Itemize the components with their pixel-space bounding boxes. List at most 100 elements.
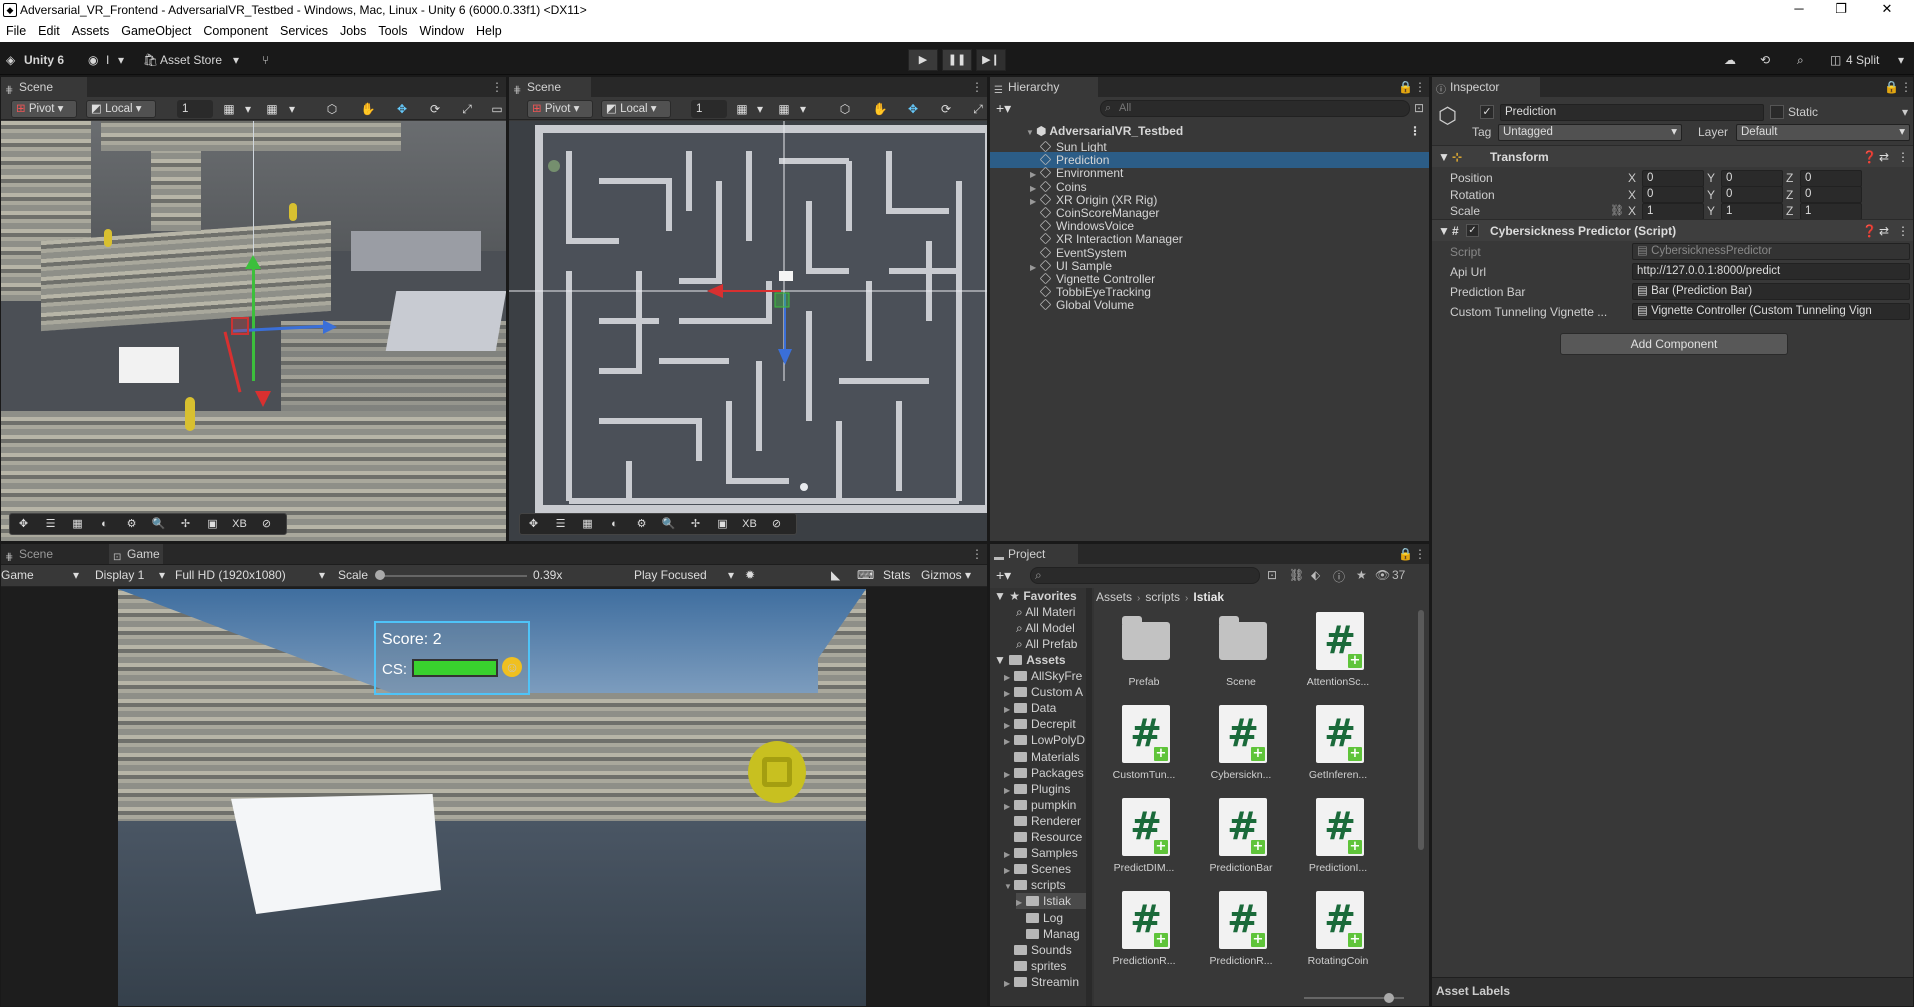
kebab-menu-icon[interactable]: ⋮ bbox=[1409, 123, 1421, 139]
asset-script[interactable]: # PredictionI... bbox=[1294, 794, 1382, 886]
breadcrumb-item[interactable]: scripts bbox=[1145, 590, 1180, 604]
asset-script[interactable]: # PredictionR... bbox=[1100, 887, 1188, 979]
static-checkbox[interactable] bbox=[1770, 105, 1784, 119]
chevron-down-icon[interactable]: ▾ bbox=[281, 100, 303, 118]
kebab-menu-icon[interactable]: ⋮ bbox=[491, 80, 503, 94]
unity-version-button[interactable]: Unity 6 bbox=[24, 50, 64, 70]
zoom-icon[interactable]: 🔍 bbox=[655, 514, 682, 534]
position-z-field[interactable]: 0 bbox=[1800, 169, 1862, 187]
tab-scene[interactable]: ⋕ Scene bbox=[1, 544, 81, 564]
kebab-menu-icon[interactable]: ⋮ bbox=[1414, 547, 1426, 561]
disabled-icon[interactable]: ⊘ bbox=[763, 514, 790, 534]
pivot-dropdown[interactable]: ⊞ Pivot ▾ bbox=[527, 100, 593, 118]
component-enabled-checkbox[interactable]: ✓ bbox=[1466, 224, 1479, 237]
asset-folder[interactable]: Scene bbox=[1197, 608, 1285, 700]
search-icon[interactable]: ⌕ bbox=[1797, 50, 1804, 70]
tab-inspector[interactable]: ⓘ Inspector bbox=[1432, 77, 1540, 97]
zoom-icon[interactable]: 🔍 bbox=[145, 514, 172, 534]
increment-snap-icon[interactable]: ▦ bbox=[261, 100, 283, 118]
close-button[interactable]: ✕ bbox=[1864, 0, 1910, 20]
folder-tree-item[interactable]: Sounds bbox=[1004, 942, 1072, 958]
local-dropdown[interactable]: ◩ Local ▾ bbox=[86, 100, 156, 118]
scale-x-field[interactable]: 1 bbox=[1642, 202, 1704, 220]
scale-slider[interactable] bbox=[379, 575, 527, 577]
shading-icon[interactable]: ◐ bbox=[91, 514, 118, 534]
menu-file[interactable]: File bbox=[0, 20, 32, 42]
tree-scrollbar[interactable] bbox=[1086, 588, 1092, 1006]
add-icon[interactable]: +▾ bbox=[996, 100, 1011, 117]
scene-viewport-perspective[interactable]: ✥ ☰ ▦ ◐ ⚙ 🔍 ✢ ▣ XB ⊘ bbox=[1, 121, 506, 541]
rotate-tool-icon[interactable]: ⟳ bbox=[424, 100, 446, 118]
folder-tree-item[interactable]: ▶ Plugins bbox=[1004, 781, 1070, 797]
asset-script[interactable]: # PredictionBar bbox=[1197, 794, 1285, 886]
asset-script[interactable]: # RotatingCoin bbox=[1294, 887, 1382, 979]
asset-script[interactable]: # CustomTun... bbox=[1100, 701, 1188, 793]
kebab-menu-icon[interactable]: ⋮ bbox=[1900, 80, 1912, 94]
rotation-z-field[interactable]: 0 bbox=[1800, 186, 1862, 203]
disabled-icon[interactable]: ⊘ bbox=[253, 514, 280, 534]
tab-game[interactable]: ⊡ Game bbox=[109, 544, 163, 564]
transform-overlay-icon[interactable]: ☰ bbox=[547, 514, 574, 534]
shading-icon[interactable]: ◐ bbox=[601, 514, 628, 534]
menu-services[interactable]: Services bbox=[274, 20, 334, 42]
folder-tree-item[interactable]: Materials bbox=[1004, 749, 1080, 765]
favorites-header[interactable]: ▼ ★ Favorites bbox=[994, 588, 1077, 604]
folder-tree-item[interactable]: Manag bbox=[1016, 926, 1080, 942]
rotation-x-field[interactable]: 0 bbox=[1642, 186, 1704, 203]
menu-jobs[interactable]: Jobs bbox=[334, 20, 372, 42]
history-icon[interactable]: ⟲ bbox=[1760, 50, 1770, 70]
add-icon[interactable]: +▾ bbox=[996, 567, 1011, 584]
play-button[interactable]: ▶ bbox=[908, 49, 938, 71]
kebab-menu-icon[interactable]: ⋮ bbox=[1897, 220, 1909, 242]
chevron-down-icon[interactable]: ▾ bbox=[1902, 105, 1908, 119]
hand-tool-icon[interactable]: ✋ bbox=[869, 100, 891, 118]
version-control-icon[interactable]: ⑂ bbox=[262, 50, 269, 70]
menu-tools[interactable]: Tools bbox=[372, 20, 413, 42]
tab-scene[interactable]: ⋕ Scene bbox=[509, 77, 591, 97]
asset-script[interactable]: # PredictDIM... bbox=[1100, 794, 1188, 886]
hierarchy-item[interactable]: Global Volume bbox=[990, 297, 1429, 313]
asset-script[interactable]: # PredictionR... bbox=[1197, 887, 1285, 979]
rotation-y-field[interactable]: 0 bbox=[1721, 186, 1783, 203]
menu-assets[interactable]: Assets bbox=[66, 20, 116, 42]
info-icon[interactable]: ⓘ bbox=[1333, 568, 1345, 585]
help-icon[interactable]: ❓ bbox=[1862, 146, 1877, 168]
move-tool-icon[interactable]: ✥ bbox=[391, 100, 413, 118]
minimize-button[interactable]: ─ bbox=[1776, 0, 1822, 20]
step-button[interactable]: ▶❙ bbox=[976, 49, 1006, 71]
icon-size-slider-handle[interactable] bbox=[1384, 993, 1394, 1003]
render-icon[interactable]: ▣ bbox=[199, 514, 226, 534]
chevron-down-icon[interactable]: ▾ bbox=[792, 100, 814, 118]
kebab-menu-icon[interactable]: ⋮ bbox=[1414, 80, 1426, 94]
hierarchy-search-input[interactable]: ⌕ All bbox=[1100, 100, 1410, 117]
chevron-icon[interactable]: ▼ bbox=[1004, 879, 1014, 895]
grid-size-input[interactable]: 1 bbox=[177, 100, 213, 118]
scene-viewport-topdown[interactable]: ✥ ☰ ▦ ◐ ⚙ 🔍 ✢ ▣ XB ⊘ bbox=[509, 121, 987, 541]
help-icon[interactable]: ❓ bbox=[1862, 220, 1877, 242]
grid-scrollbar[interactable] bbox=[1418, 610, 1424, 850]
display-dropdown[interactable]: Display 1 ▾ bbox=[95, 568, 169, 582]
folder-tree-item[interactable]: ▶ Custom A bbox=[1004, 684, 1083, 700]
chevron-down-icon[interactable]: ▾ bbox=[118, 50, 124, 70]
folder-tree-item[interactable]: ▶ Samples bbox=[1004, 845, 1078, 861]
scene-root-row[interactable]: ▼ ⬢ AdversarialVR_Testbed ⋮ bbox=[990, 123, 1429, 139]
folder-tree-item[interactable]: ▶ Data bbox=[1004, 700, 1056, 716]
grid-size-input[interactable]: 1 bbox=[691, 100, 727, 118]
layer-dropdown[interactable]: Default ▾ bbox=[1736, 124, 1910, 141]
favorite-item[interactable]: ⌕ All Prefab bbox=[1016, 636, 1077, 652]
object-name-field[interactable]: Prediction bbox=[1500, 104, 1764, 121]
grid-overlay-icon[interactable]: ▦ bbox=[64, 514, 91, 534]
folder-tree-item[interactable]: ▶ Scenes bbox=[1004, 861, 1071, 877]
star-icon[interactable]: ★ bbox=[1356, 568, 1367, 582]
folder-tree-item[interactable]: Log bbox=[1016, 910, 1063, 926]
script-component-header[interactable]: ▼ # ✓ Cybersickness Predictor (Script) ❓… bbox=[1432, 219, 1913, 241]
render-icon[interactable]: ▣ bbox=[709, 514, 736, 534]
folder-tree-item[interactable]: ▶ pumpkin bbox=[1004, 797, 1076, 813]
add-component-button[interactable]: Add Component bbox=[1560, 333, 1788, 355]
game-viewport[interactable]: Score: 2 CS: ☺ bbox=[118, 589, 866, 1006]
layout-dropdown[interactable]: 4 Split bbox=[1846, 50, 1879, 70]
scale-z-field[interactable]: 1 bbox=[1800, 202, 1862, 220]
orient-icon[interactable]: ✢ bbox=[682, 514, 709, 534]
active-checkbox[interactable]: ✓ bbox=[1480, 105, 1494, 119]
transform-header[interactable]: ▼ ⊹ Transform ❓ ⇄ ⋮ bbox=[1432, 145, 1913, 167]
